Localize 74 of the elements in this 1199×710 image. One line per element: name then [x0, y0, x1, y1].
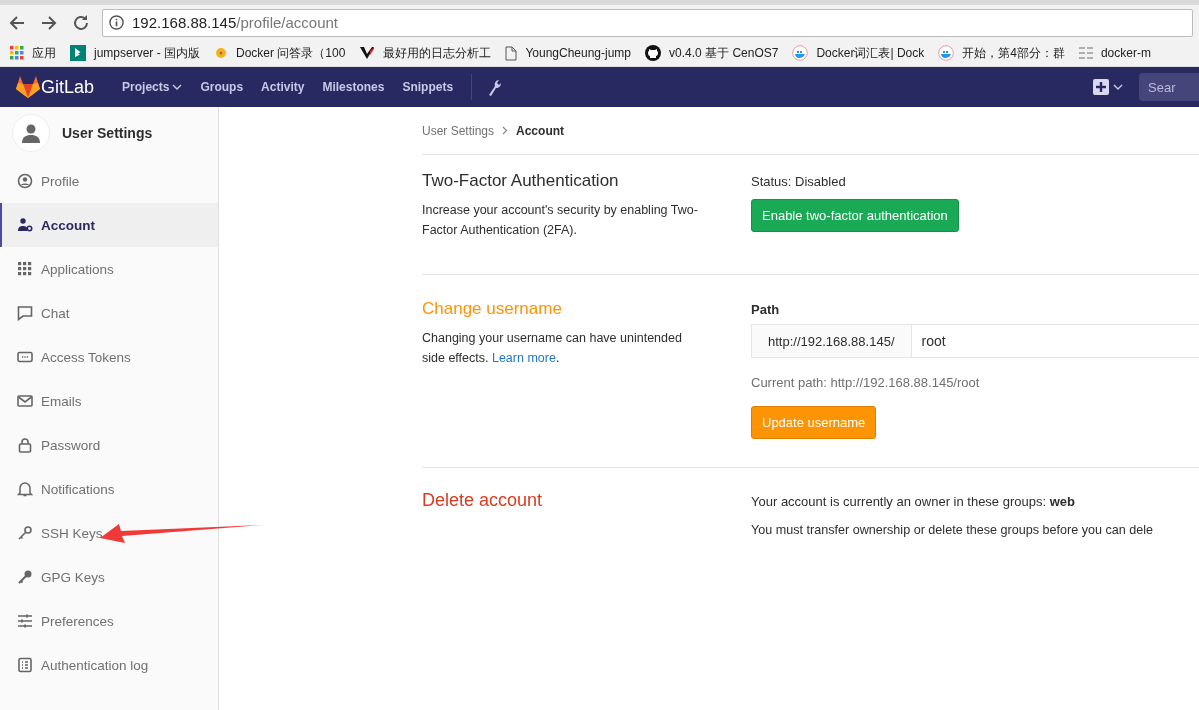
breadcrumb-link[interactable]: User Settings: [422, 123, 495, 138]
lock-icon: [17, 437, 33, 453]
nav-link[interactable]: Projects: [122, 80, 183, 94]
sidebar-item[interactable]: Preferences: [0, 599, 218, 643]
bookmark[interactable]: Docker词汇表| Dock: [816, 44, 925, 62]
sidebar-title: User Settings: [62, 125, 153, 141]
current-path-text: Current path: http://192.168.88.145/root: [751, 375, 981, 390]
sidebar-item[interactable]: Emails: [0, 379, 218, 423]
github-icon: [645, 45, 662, 61]
log-icon: [17, 657, 33, 673]
url-prefix: http://192.168.88.145/: [751, 324, 912, 358]
page-icon: [505, 45, 518, 61]
sliders-icon: [17, 613, 33, 629]
breadcrumb-current: Account: [516, 123, 565, 138]
chevron-right-icon: [502, 126, 509, 135]
envelope-icon: [17, 393, 33, 409]
key-icon: [17, 525, 33, 541]
sidebar-item[interactable]: SSH Keys: [0, 511, 218, 555]
bookmark[interactable]: 最好用的日志分析工: [383, 44, 492, 62]
bookmark[interactable]: docker-m: [1100, 46, 1151, 60]
username-field[interactable]: root: [911, 324, 1199, 358]
user-gear-icon: [17, 217, 33, 233]
token-icon: [17, 349, 33, 365]
dot-icon: [214, 46, 228, 60]
sidebar-item[interactable]: Authentication log: [0, 643, 218, 687]
profile-icon: [17, 173, 33, 189]
sidebar-item[interactable]: Chat: [0, 291, 218, 335]
transfer-text: You must transfer ownership or delete these groups before you can dele: [751, 523, 1155, 537]
sidebar-item[interactable]: Account: [0, 203, 218, 247]
grid-icon: [17, 261, 33, 277]
fox-logo-icon[interactable]: [15, 75, 41, 99]
status-text: Status: Disabled: [751, 174, 847, 189]
section-title: Two-Factor Authentication: [422, 171, 620, 191]
sidebar-item[interactable]: GPG Keys: [0, 555, 218, 599]
bookmark[interactable]: jumpserver - 国内版: [94, 44, 200, 62]
bookmark[interactable]: v0.4.0 基于 CenOS7: [669, 44, 779, 62]
nav-link[interactable]: Snippets: [402, 80, 454, 94]
bookmark[interactable]: Docker 问答录（100: [236, 44, 346, 62]
chevron-down-icon[interactable]: [1113, 83, 1123, 91]
field-label: Path: [751, 302, 780, 317]
person-icon: [21, 123, 41, 143]
chat-icon: [17, 305, 33, 321]
key-icon: [17, 569, 33, 585]
bing-icon: [70, 45, 86, 61]
nav-link[interactable]: Activity: [261, 80, 305, 94]
apps-icon: [10, 46, 24, 60]
sidebar-item[interactable]: Notifications: [0, 467, 218, 511]
v-logo-icon: [359, 45, 376, 61]
info-icon: [109, 15, 124, 30]
owner-text: Your account is currently an owner in these groups: web: [751, 494, 1076, 509]
section-title: Delete account: [422, 490, 544, 511]
bell-icon: [17, 481, 33, 497]
plus-icon[interactable]: [1093, 79, 1109, 95]
gitlab-wordmark[interactable]: GitLab: [41, 76, 95, 98]
list-icon: [1078, 47, 1093, 59]
chevron-down-icon: [172, 83, 183, 91]
section-title: Change username: [422, 299, 563, 319]
bookmark[interactable]: 应用: [32, 44, 56, 62]
address-bar[interactable]: 192.168.88.145/profile/account: [102, 8, 1193, 37]
nav-link[interactable]: Milestones: [322, 80, 385, 94]
search-field[interactable]: Sear: [1139, 73, 1199, 101]
bookmark[interactable]: 开始，第4部分：群: [962, 44, 1065, 62]
nav-link[interactable]: Groups: [200, 80, 244, 94]
bookmark[interactable]: YoungCheung-jump: [525, 46, 632, 60]
sidebar-item[interactable]: Access Tokens: [0, 335, 218, 379]
sidebar-item[interactable]: Applications: [0, 247, 218, 291]
section-description: Changing your username can have unintended side effects. Learn more.: [422, 330, 683, 367]
learn-more-link[interactable]: Learn more: [491, 351, 556, 365]
sidebar-item[interactable]: Profile: [0, 159, 218, 203]
wrench-icon[interactable]: [486, 78, 503, 96]
section-description: Increase your account's security by enabling Two-Factor Authentication (2FA).: [422, 202, 699, 239]
whale-icon: [792, 45, 809, 61]
whale-icon: [938, 45, 955, 61]
sidebar-item[interactable]: Password: [0, 423, 218, 467]
